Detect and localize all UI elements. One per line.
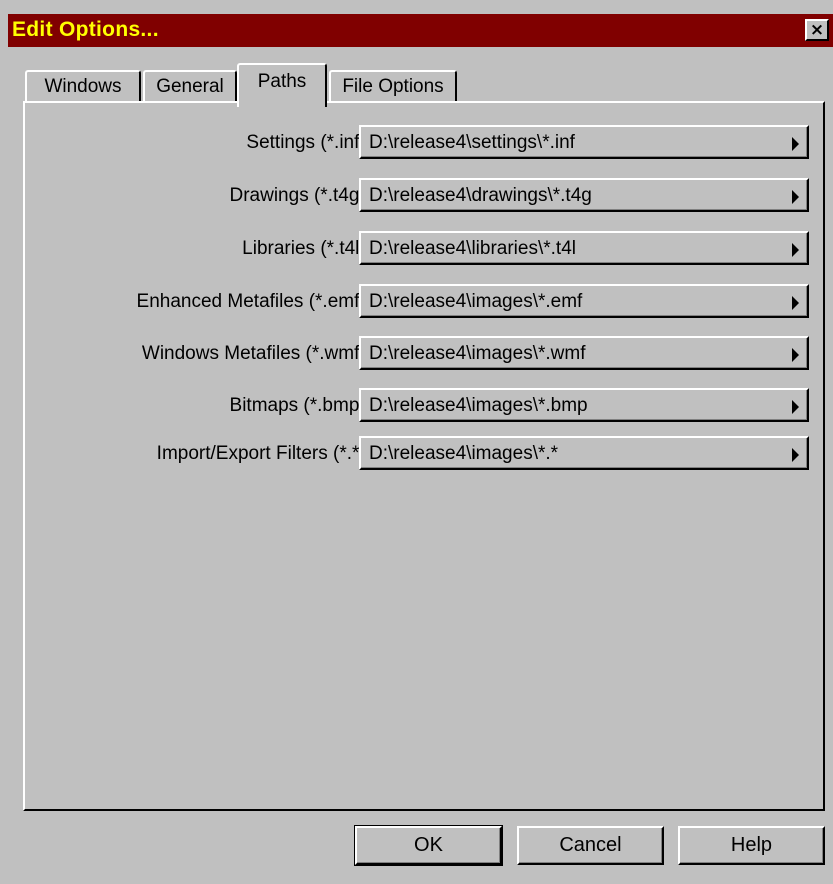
right-triangle-arrow-icon[interactable]: [792, 348, 799, 362]
help-button[interactable]: Help: [678, 826, 825, 865]
drawings-path-label: Drawings (*.t4g):: [229, 185, 372, 206]
windows-metafiles-path-field[interactable]: D:\release4\images\*.wmf: [359, 336, 809, 370]
tab-label: File Options: [342, 76, 444, 97]
path-row-libraries: Libraries (*.t4l): D:\release4\libraries…: [25, 231, 823, 265]
path-row-bitmaps: Bitmaps (*.bmp): D:\release4\images\*.bm…: [25, 388, 823, 422]
libraries-path-value: D:\release4\libraries\*.t4l: [369, 238, 576, 259]
right-triangle-arrow-icon[interactable]: [792, 243, 799, 257]
ok-button-label: OK: [414, 834, 443, 856]
right-triangle-arrow-icon[interactable]: [792, 448, 799, 462]
libraries-path-field[interactable]: D:\release4\libraries\*.t4l: [359, 231, 809, 265]
bitmaps-path-value: D:\release4\images\*.bmp: [369, 395, 588, 416]
tab-label: Windows: [44, 76, 122, 97]
path-row-import-export-filters: Import/Export Filters (*.*): D:\release4…: [25, 436, 823, 470]
tab-strip: Windows General Paths File Options: [25, 63, 465, 107]
bitmaps-path-label: Bitmaps (*.bmp):: [229, 395, 371, 416]
tab-general[interactable]: General: [143, 70, 237, 103]
cancel-button-label: Cancel: [559, 834, 622, 856]
windows-metafiles-path-label: Windows Metafiles (*.wmf):: [141, 343, 371, 364]
enhanced-metafiles-path-label: Enhanced Metafiles (*.emf):: [136, 291, 371, 312]
drawings-path-field[interactable]: D:\release4\drawings\*.t4g: [359, 178, 809, 212]
settings-path-value: D:\release4\settings\*.inf: [369, 132, 575, 153]
drawings-path-value: D:\release4\drawings\*.t4g: [369, 185, 592, 206]
right-triangle-arrow-icon[interactable]: [792, 137, 799, 151]
paths-panel: Settings (*.inf): D:\release4\settings\*…: [23, 101, 825, 811]
tab-label: General: [156, 76, 224, 97]
windows-metafiles-path-value: D:\release4\images\*.wmf: [369, 343, 586, 364]
settings-path-field[interactable]: D:\release4\settings\*.inf: [359, 125, 809, 159]
tab-paths[interactable]: Paths: [237, 63, 327, 107]
path-row-enhanced-metafiles: Enhanced Metafiles (*.emf): D:\release4\…: [25, 284, 823, 318]
right-triangle-arrow-icon[interactable]: [792, 400, 799, 414]
dialog-title: Edit Options...: [12, 18, 159, 41]
right-triangle-arrow-icon[interactable]: [792, 190, 799, 204]
enhanced-metafiles-path-field[interactable]: D:\release4\images\*.emf: [359, 284, 809, 318]
title-bar[interactable]: Edit Options... ×: [8, 14, 833, 47]
import-export-filters-path-label: Import/Export Filters (*.*):: [156, 443, 371, 464]
path-row-settings: Settings (*.inf): D:\release4\settings\*…: [25, 125, 823, 159]
right-triangle-arrow-icon[interactable]: [792, 296, 799, 310]
bitmaps-path-field[interactable]: D:\release4\images\*.bmp: [359, 388, 809, 422]
close-icon: ×: [809, 20, 825, 40]
ok-button[interactable]: OK: [354, 825, 503, 866]
close-button[interactable]: ×: [805, 19, 829, 41]
settings-path-label: Settings (*.inf):: [246, 132, 371, 153]
tab-label: Paths: [257, 71, 307, 92]
tab-windows[interactable]: Windows: [25, 70, 141, 103]
cancel-button[interactable]: Cancel: [517, 826, 664, 865]
import-export-filters-path-field[interactable]: D:\release4\images\*.*: [359, 436, 809, 470]
libraries-path-label: Libraries (*.t4l):: [242, 238, 371, 259]
import-export-filters-path-value: D:\release4\images\*.*: [369, 443, 559, 464]
tab-file-options[interactable]: File Options: [329, 70, 457, 103]
edit-options-dialog: Edit Options... × Windows General Paths …: [0, 0, 833, 884]
path-row-drawings: Drawings (*.t4g): D:\release4\drawings\*…: [25, 178, 823, 212]
enhanced-metafiles-path-value: D:\release4\images\*.emf: [369, 291, 583, 312]
path-row-windows-metafiles: Windows Metafiles (*.wmf): D:\release4\i…: [25, 336, 823, 370]
help-button-label: Help: [730, 834, 773, 856]
